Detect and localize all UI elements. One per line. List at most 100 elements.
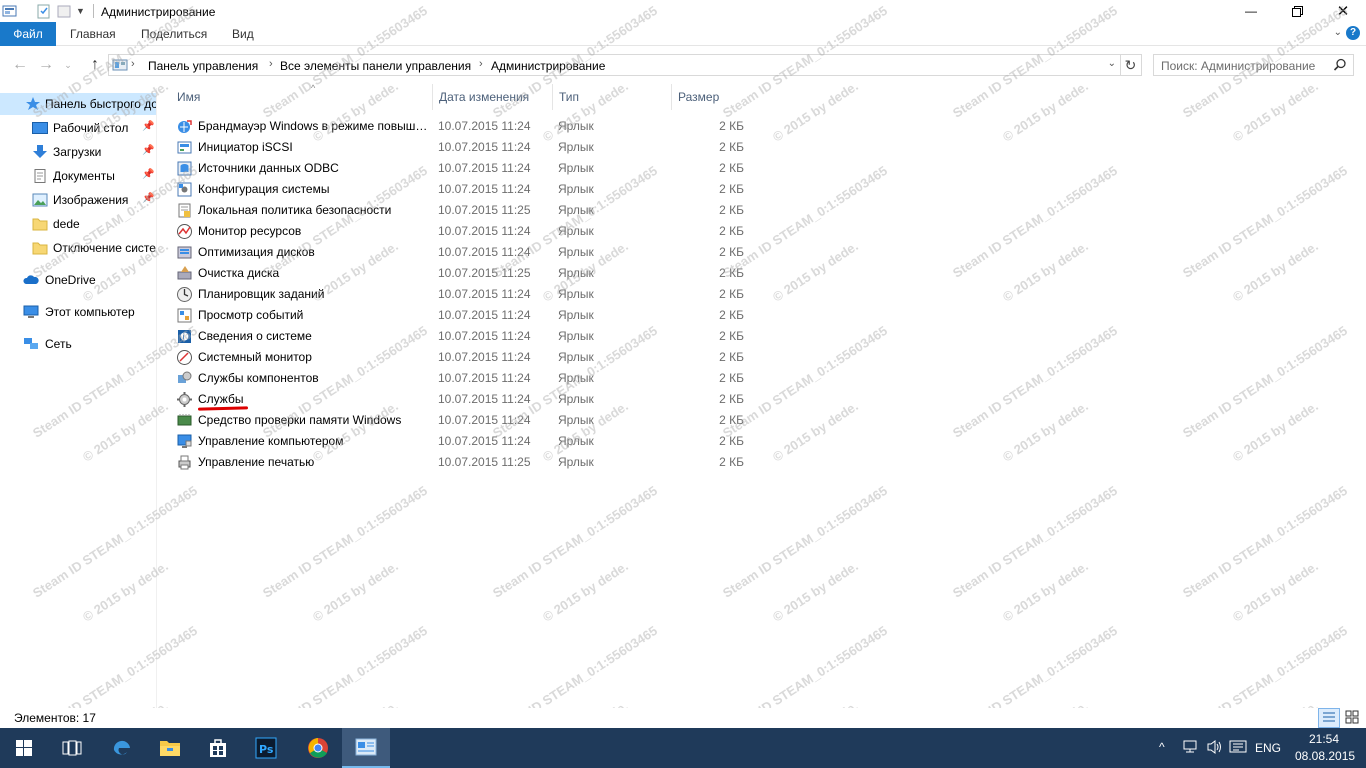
- file-row[interactable]: Системный монитор 10.07.2015 11:24 Ярлык 2 …: [176, 347, 756, 368]
- nav-item-pictures[interactable]: Изображения 📌: [0, 189, 156, 211]
- address-history-chevron-icon[interactable]: ⌄: [1108, 58, 1116, 69]
- chevron-down-icon: ⌄: [64, 60, 72, 70]
- file-size: 2 КБ: [719, 161, 744, 175]
- search-box[interactable]: Поиск: Администрирование: [1153, 54, 1354, 76]
- file-row[interactable]: Службы компонентов 10.07.2015 11:24 Ярлык 2…: [176, 368, 756, 389]
- taskbar-photoshop[interactable]: Ps: [242, 728, 290, 768]
- customize-toolbar-chevron-icon[interactable]: ▼: [76, 6, 85, 16]
- taskbar-file-explorer[interactable]: [146, 728, 194, 768]
- up-button[interactable]: ↑: [85, 55, 105, 75]
- file-list: Имя ^ Дата изменения Тип Размер Брандмау…: [158, 83, 1366, 708]
- file-row[interactable]: Очистка диска 10.07.2015 11:25 Ярлык 2 КБ: [176, 263, 756, 284]
- file-row[interactable]: Управление печатью 10.07.2015 11:25 Ярлык 2…: [176, 452, 756, 473]
- file-row[interactable]: Службы 10.07.2015 11:24 Ярлык 2 КБ: [176, 389, 756, 410]
- shortcut-icon: [176, 118, 193, 135]
- pin-icon[interactable]: 📌: [142, 121, 154, 132]
- tab-file[interactable]: Файл: [0, 22, 56, 46]
- help-icon[interactable]: ?: [1346, 26, 1360, 40]
- file-row[interactable]: Планировщик заданий 10.07.2015 11:24 Ярлык…: [176, 284, 756, 305]
- breadcrumb-all-items[interactable]: Все элементы панели управления: [280, 59, 471, 73]
- new-folder-icon[interactable]: [56, 3, 72, 19]
- minimize-button[interactable]: —: [1228, 0, 1274, 22]
- tab-home[interactable]: Главная: [56, 22, 130, 46]
- file-date: 10.07.2015 11:24: [438, 350, 531, 364]
- breadcrumb-control-panel[interactable]: Панель управления: [148, 59, 258, 73]
- address-bar[interactable]: › Панель управления › Все элементы панел…: [108, 54, 1121, 76]
- start-button[interactable]: [0, 728, 48, 768]
- forward-button[interactable]: →: [36, 55, 56, 75]
- file-name: Службы компонентов: [198, 371, 319, 385]
- file-row[interactable]: Средство проверки памяти Windows 10.07.20…: [176, 410, 756, 431]
- nav-item-dede[interactable]: dede: [0, 213, 156, 235]
- nav-quick-access[interactable]: Панель быстрого доступа: [0, 93, 156, 115]
- file-date: 10.07.2015 11:25: [438, 266, 531, 280]
- search-icon[interactable]: [1333, 58, 1347, 72]
- breadcrumb-administration[interactable]: Администрирование: [491, 59, 605, 73]
- file-row[interactable]: i Сведения о системе 10.07.2015 11:24 Ярлык…: [176, 326, 756, 347]
- file-row[interactable]: Инициатор iSCSI 10.07.2015 11:24 Ярлык 2 КБ: [176, 137, 756, 158]
- nav-item-network[interactable]: Сеть: [0, 333, 156, 355]
- input-language[interactable]: ENG: [1255, 741, 1281, 755]
- expand-ribbon-chevron-icon[interactable]: ⌄: [1334, 27, 1342, 38]
- file-row[interactable]: Управление компьютером 10.07.2015 11:24 Яр…: [176, 431, 756, 452]
- recent-locations-button[interactable]: ⌄: [58, 55, 78, 75]
- column-header-type[interactable]: Тип: [553, 84, 672, 110]
- taskbar: Ps ^ ENG 21:54 08.08.2015: [0, 728, 1366, 768]
- up-arrow-icon: ↑: [91, 56, 99, 73]
- clock-date[interactable]: 08.08.2015: [1295, 749, 1355, 763]
- large-icons-view-button[interactable]: [1342, 708, 1364, 728]
- file-name: Брандмауэр Windows в режиме повышенной б…: [198, 119, 428, 133]
- file-row[interactable]: Источники данных ODBC 10.07.2015 11:24 Ярл…: [176, 158, 756, 179]
- taskbar-administrative-tools[interactable]: [342, 728, 390, 768]
- properties-icon[interactable]: [36, 3, 52, 19]
- details-view-button[interactable]: [1318, 708, 1340, 728]
- back-button[interactable]: ←: [10, 55, 30, 75]
- file-type: Ярлык: [558, 119, 594, 133]
- taskbar-edge[interactable]: [98, 728, 146, 768]
- task-view-button[interactable]: [48, 728, 96, 768]
- documents-icon: [34, 169, 46, 183]
- file-row[interactable]: Просмотр событий 10.07.2015 11:24 Ярлык 2 К…: [176, 305, 756, 326]
- nav-item-this-pc[interactable]: Этот компьютер: [0, 301, 156, 323]
- shortcut-icon: [176, 139, 193, 156]
- nav-item-onedrive[interactable]: OneDrive: [0, 269, 156, 291]
- shortcut-icon: [176, 349, 193, 366]
- file-row[interactable]: Конфигурация системы 10.07.2015 11:24 Ярлы…: [176, 179, 756, 200]
- show-hidden-icons-chevron-icon[interactable]: ^: [1159, 740, 1165, 754]
- file-name: Сведения о системе: [198, 329, 312, 343]
- file-type: Ярлык: [558, 287, 594, 301]
- nav-item-desktop[interactable]: Рабочий стол 📌: [0, 117, 156, 139]
- taskbar-store[interactable]: [194, 728, 242, 768]
- file-row[interactable]: Локальная политика безопасности 10.07.201…: [176, 200, 756, 221]
- network-tray-icon[interactable]: [1181, 739, 1199, 758]
- column-header-date[interactable]: Дата изменения: [433, 84, 553, 110]
- tab-view[interactable]: Вид: [218, 22, 268, 46]
- column-header-size[interactable]: Размер: [672, 84, 762, 110]
- nav-item-downloads[interactable]: Загрузки 📌: [0, 141, 156, 163]
- navigation-pane: Панель быстрого доступа Рабочий стол 📌 З…: [0, 88, 157, 708]
- nav-item-shutdown[interactable]: Отключение системы: [0, 237, 156, 259]
- file-type: Ярлык: [558, 371, 594, 385]
- pin-icon[interactable]: 📌: [142, 193, 154, 204]
- clock-time[interactable]: 21:54: [1309, 732, 1339, 746]
- file-row[interactable]: Оптимизация дисков 10.07.2015 11:24 Ярлык 2…: [176, 242, 756, 263]
- pin-icon[interactable]: 📌: [142, 169, 154, 180]
- file-row[interactable]: Монитор ресурсов 10.07.2015 11:24 Ярлык 2 К…: [176, 221, 756, 242]
- file-date: 10.07.2015 11:24: [438, 329, 531, 343]
- window-app-icon[interactable]: [2, 3, 18, 19]
- tab-share[interactable]: Поделиться: [127, 22, 221, 46]
- nav-item-documents[interactable]: Документы 📌: [0, 165, 156, 187]
- pin-icon[interactable]: 📌: [142, 145, 154, 156]
- volume-icon[interactable]: [1206, 739, 1224, 758]
- notifications-icon[interactable]: [1229, 739, 1247, 758]
- file-type: Ярлык: [558, 182, 594, 196]
- file-date: 10.07.2015 11:24: [438, 140, 531, 154]
- refresh-button[interactable]: ↻: [1120, 54, 1142, 76]
- taskbar-chrome[interactable]: [294, 728, 342, 768]
- file-date: 10.07.2015 11:25: [438, 203, 531, 217]
- close-button[interactable]: ✕: [1320, 0, 1366, 22]
- column-header-name[interactable]: Имя ^: [171, 83, 433, 110]
- maximize-button[interactable]: [1274, 0, 1320, 22]
- file-row[interactable]: Брандмауэр Windows в режиме повышенной б…: [176, 116, 756, 137]
- search-input[interactable]: Поиск: Администрирование: [1161, 59, 1315, 73]
